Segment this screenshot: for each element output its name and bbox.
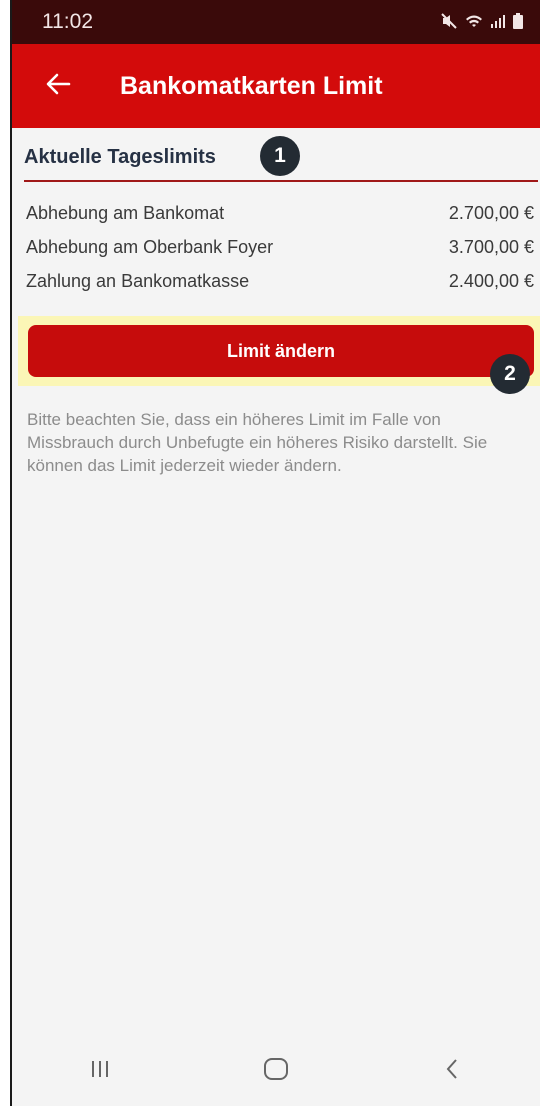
limit-value: 2.400,00 €: [448, 270, 534, 291]
chevron-left-icon: [444, 1058, 460, 1085]
limit-value: 2.700,00 €: [448, 202, 534, 223]
page-title: Bankomatkarten Limit: [120, 72, 383, 100]
limit-label: Abhebung am Oberbank Foyer: [26, 236, 274, 257]
back-nav-button[interactable]: [422, 1051, 482, 1091]
mute-icon: [440, 12, 458, 35]
notice-text: Bitte beachten Sie, dass ein höheres Lim…: [27, 410, 488, 475]
home-icon: [263, 1057, 289, 1086]
change-limit-button[interactable]: Limit ändern: [28, 325, 534, 377]
status-bar: 11:02: [12, 0, 540, 44]
step-badge-1: 1: [260, 136, 300, 176]
signal-icon: [490, 12, 506, 35]
back-button[interactable]: [38, 66, 78, 106]
limit-label: Zahlung an Bankomatkasse: [26, 270, 250, 291]
home-button[interactable]: [246, 1051, 306, 1091]
arrow-left-icon: [45, 73, 71, 100]
wifi-icon: [464, 12, 484, 35]
battery-icon: [512, 12, 524, 35]
limit-label: Abhebung am Bankomat: [26, 202, 225, 223]
limit-value: 3.700,00 €: [448, 236, 534, 257]
recent-apps-icon: [89, 1058, 111, 1085]
status-time: 11:02: [42, 10, 93, 33]
system-navbar: [12, 1036, 540, 1106]
list-item: Abhebung am Oberbank Foyer 3.700,00 €: [26, 230, 534, 264]
status-icons: [440, 12, 524, 35]
step-badge-2: 2: [490, 354, 530, 394]
limits-list: Abhebung am Bankomat 2.700,00 € Abhebung…: [26, 196, 534, 298]
list-item: Abhebung am Bankomat 2.700,00 €: [26, 196, 534, 230]
recent-apps-button[interactable]: [70, 1051, 130, 1091]
list-item: Zahlung an Bankomatkasse 2.400,00 €: [26, 264, 534, 298]
phone-screen: 11:02 Bankomatkarten Limit Aktuelle Tage…: [10, 0, 540, 1106]
app-bar: Bankomatkarten Limit: [12, 44, 540, 128]
section-title: Aktuelle Tageslimits: [24, 146, 216, 168]
